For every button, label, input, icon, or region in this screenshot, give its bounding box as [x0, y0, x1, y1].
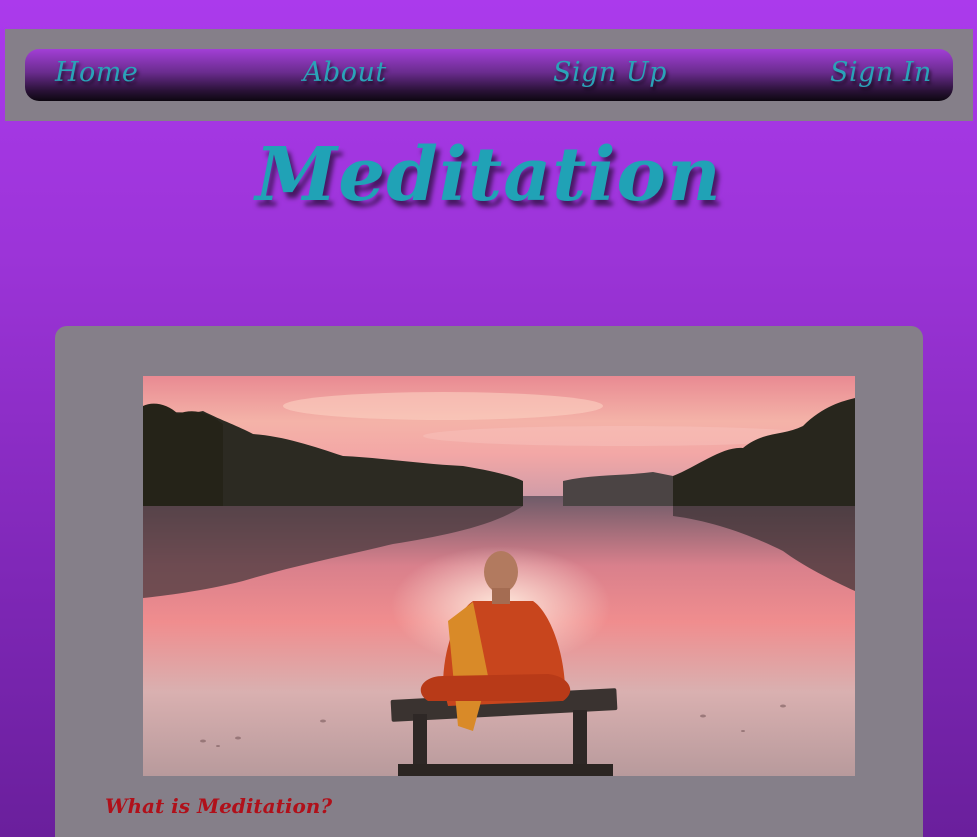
nav-link-sign-in[interactable]: Sign In — [830, 57, 932, 88]
hero-image — [143, 376, 855, 776]
nav-bar: Home About Sign Up Sign In — [25, 49, 953, 101]
navigation-panel: Home About Sign Up Sign In — [5, 29, 973, 121]
content-card: What is Meditation? — [55, 326, 923, 837]
nav-link-sign-up[interactable]: Sign Up — [553, 57, 667, 88]
nav-link-about[interactable]: About — [303, 57, 387, 88]
page-title: Meditation — [255, 132, 722, 218]
nav-link-home[interactable]: Home — [55, 57, 138, 88]
section-heading: What is Meditation? — [105, 794, 333, 818]
